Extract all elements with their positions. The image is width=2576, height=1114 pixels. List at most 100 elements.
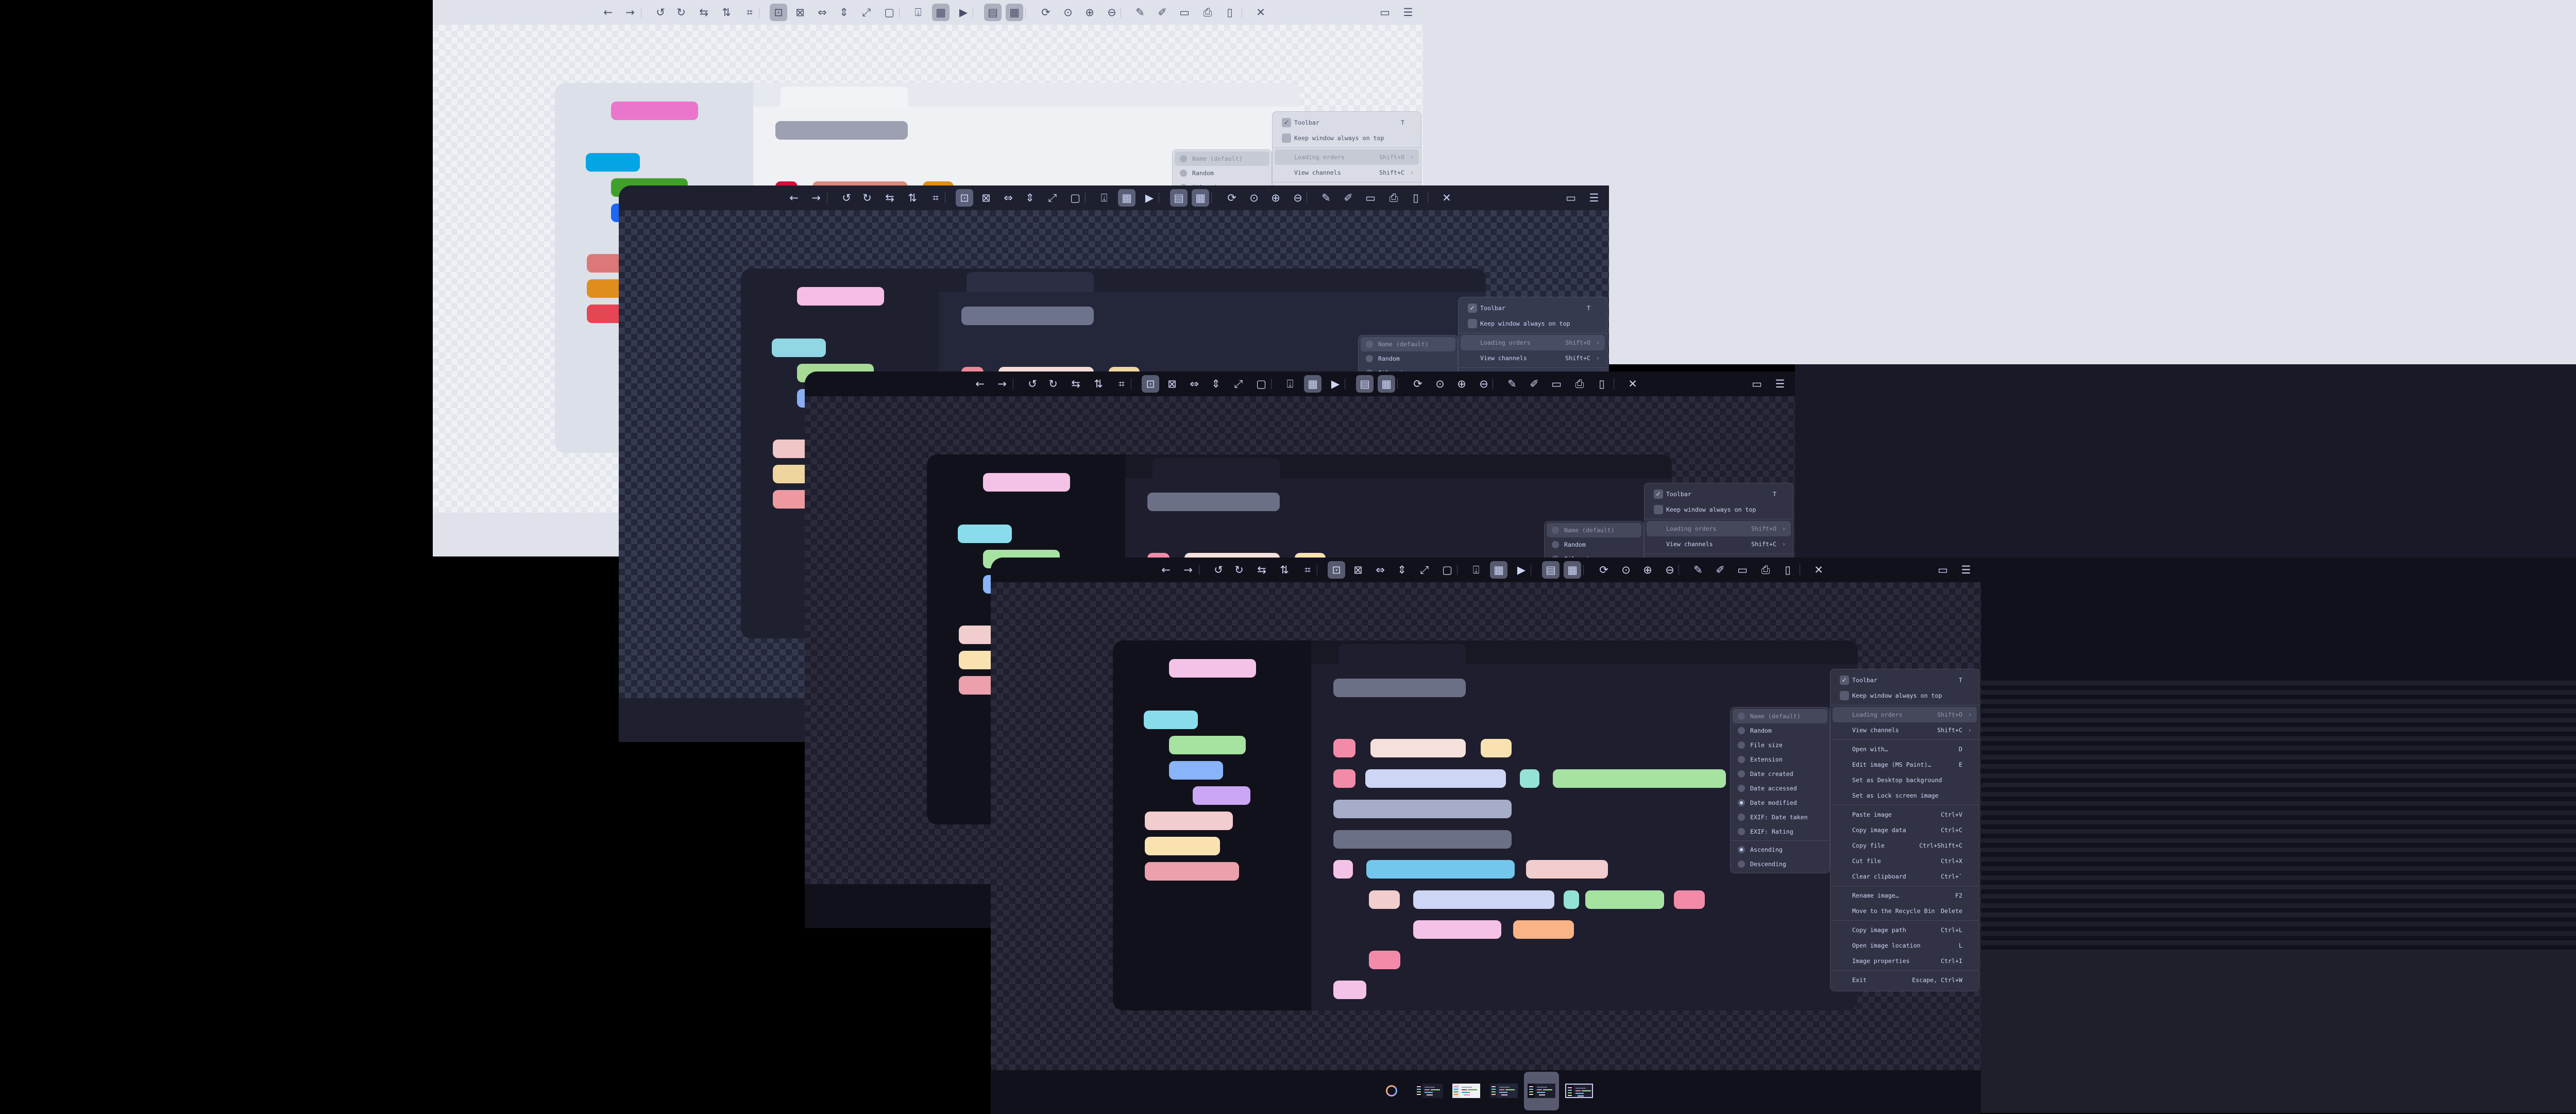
hamburger-menu-button[interactable]: ☰ [1585,189,1603,207]
refresh-button[interactable]: ⟳ [1409,375,1427,393]
scale-to-fill-button[interactable]: ⤢ [1044,189,1061,207]
rotate-right-button[interactable]: ↻ [858,189,876,207]
menu-item-copy-image-path[interactable]: Copy image path Ctrl+L [1833,922,1977,938]
print-button[interactable]: ⎙ [1757,561,1774,579]
toggle-toolbar-button[interactable]: ⍗ [1281,375,1299,393]
auto-zoom-button[interactable]: ⊡ [1328,561,1345,579]
edit-button[interactable]: ✐ [1340,189,1357,207]
submenu-item-date-modified[interactable]: Date modified [1733,796,1827,810]
menu-item-view-channels[interactable]: View channels Shift+C › [1461,350,1605,366]
hamburger-menu-button[interactable]: ☰ [1399,4,1417,21]
auto-zoom-button[interactable]: ⊡ [770,4,787,21]
submenu-item-exif-date-taken[interactable]: EXIF: Date taken [1733,810,1827,824]
submenu-item-ascending[interactable]: Ascending [1733,842,1827,857]
checkerboard-button[interactable]: ▦ [1490,561,1507,579]
color-picker-button[interactable]: ✎ [1131,4,1149,21]
print-button[interactable]: ⎙ [1385,189,1402,207]
menu-item-move-to-the-recycle-bin[interactable]: Move to the Recycle Bin Delete [1833,903,1977,919]
flip-horizontal-button[interactable]: ⇆ [881,189,899,207]
gallery-button[interactable]: ▦ [1564,561,1581,579]
rotate-left-button[interactable]: ↺ [652,4,669,21]
menu-item-copy-file[interactable]: Copy file Ctrl+Shift+C [1833,838,1977,853]
menu-item-open-with[interactable]: Open with… D [1833,741,1977,757]
gallery-button[interactable]: ▦ [1378,375,1395,393]
crop-button[interactable]: ⌗ [927,189,944,207]
checkbox-unchecked-icon[interactable] [1840,691,1849,700]
checkbox-checked-icon[interactable]: ✓ [1840,676,1849,685]
flip-horizontal-button[interactable]: ⇆ [1253,561,1270,579]
rotate-left-button[interactable]: ↺ [1210,561,1227,579]
flip-vertical-button[interactable]: ⇅ [1276,561,1293,579]
refresh-button[interactable]: ⟳ [1595,561,1613,579]
crop-button[interactable]: ⌗ [1113,375,1130,393]
edit-button[interactable]: ✐ [1154,4,1171,21]
scale-to-fill-button[interactable]: ⤢ [1416,561,1433,579]
color-picker-button[interactable]: ✎ [1317,189,1335,207]
zoom-fit-button[interactable]: ⊙ [1431,375,1449,393]
submenu-item-file-size[interactable]: File size [1733,738,1827,752]
thumbnail[interactable] [1452,1084,1480,1098]
delete-button[interactable]: ▯ [1221,4,1239,21]
submenu-item-name-default[interactable]: Name (default) [1547,523,1641,537]
thumbnail-bar-button[interactable]: ▤ [1542,561,1560,579]
submenu-item-name-default[interactable]: Name (default) [1733,709,1827,723]
arrow-left-button[interactable]: ← [971,375,989,393]
original-size-button[interactable]: ▢ [1252,375,1270,393]
slideshow-button[interactable]: ▶ [1141,189,1158,207]
menu-item-toolbar[interactable]: ✓ Toolbar T [1647,486,1791,502]
checkbox-checked-icon[interactable]: ✓ [1282,118,1291,127]
zoom-in-button[interactable]: ⊕ [1639,561,1656,579]
crop-button[interactable]: ⌗ [741,4,758,21]
menu-item-toolbar[interactable]: ✓ Toolbar T [1275,115,1419,130]
checkbox-checked-icon[interactable]: ✓ [1654,490,1663,499]
menu-item-paste-image[interactable]: Paste image Ctrl+V [1833,807,1977,822]
zoom-in-button[interactable]: ⊕ [1081,4,1098,21]
menu-item-copy-image-data[interactable]: Copy image data Ctrl+C [1833,822,1977,838]
print-button[interactable]: ⎙ [1571,375,1588,393]
menu-item-keep-window-always-on-top[interactable]: Keep window always on top [1833,688,1977,703]
radio-unselected-icon[interactable] [1738,860,1745,868]
menu-item-loading-orders[interactable]: Loading orders Shift+O › [1461,335,1605,350]
zoom-out-button[interactable]: ⊖ [1103,4,1121,21]
print-button[interactable]: ⎙ [1199,4,1216,21]
menu-item-clear-clipboard[interactable]: Clear clipboard Ctrl+` [1833,869,1977,884]
zoom-in-button[interactable]: ⊕ [1453,375,1470,393]
radio-unselected-icon[interactable] [1180,170,1187,177]
menu-item-loading-orders[interactable]: Loading orders Shift+O › [1647,521,1791,536]
slideshow-button[interactable]: ▶ [955,4,972,21]
flip-vertical-button[interactable]: ⇅ [718,4,735,21]
menu-item-exit[interactable]: Exit Escape, Ctrl+W [1833,972,1977,988]
auto-zoom-button[interactable]: ⊡ [1142,375,1159,393]
delete-button[interactable]: ▯ [1593,375,1611,393]
radio-unselected-icon[interactable] [1738,828,1745,835]
thumbnail-bar-button[interactable]: ▤ [984,4,1002,21]
lock-zoom-button[interactable]: ⊠ [977,189,995,207]
thumbnail[interactable] [1528,1084,1555,1098]
crop-button[interactable]: ⌗ [1299,561,1316,579]
menu-item-open-image-location[interactable]: Open image location L [1833,938,1977,953]
original-size-button[interactable]: ▢ [1438,561,1456,579]
arrow-left-button[interactable]: ← [1157,561,1175,579]
submenu-item-random[interactable]: Random [1733,723,1827,738]
menu-item-set-as-desktop-background[interactable]: Set as Desktop background [1833,772,1977,788]
delete-button[interactable]: ▯ [1407,189,1425,207]
rotate-right-button[interactable]: ↻ [1230,561,1248,579]
zoom-in-button[interactable]: ⊕ [1267,189,1284,207]
checkbox-unchecked-icon[interactable] [1468,319,1477,328]
checkbox-unchecked-icon[interactable] [1282,133,1291,143]
scale-to-width-button[interactable]: ⇔ [1371,561,1389,579]
menu-item-view-channels[interactable]: View channels Shift+C › [1833,722,1977,738]
save-button[interactable]: ▭ [1734,561,1751,579]
arrow-right-button[interactable]: → [993,375,1011,393]
slideshow-button[interactable]: ▶ [1327,375,1344,393]
menu-item-image-properties[interactable]: Image properties Ctrl+I [1833,953,1977,969]
radio-unselected-icon[interactable] [1738,814,1745,821]
scale-to-height-button[interactable]: ⇕ [1207,375,1225,393]
submenu-item-random[interactable]: Random [1175,166,1269,180]
checkbox-checked-icon[interactable]: ✓ [1468,303,1477,313]
save-button[interactable]: ▭ [1362,189,1379,207]
slideshow-button[interactable]: ▶ [1513,561,1530,579]
hamburger-menu-button[interactable]: ☰ [1957,561,1975,579]
submenu-item-descending[interactable]: Descending [1733,857,1827,871]
lock-zoom-button[interactable]: ⊠ [1349,561,1367,579]
